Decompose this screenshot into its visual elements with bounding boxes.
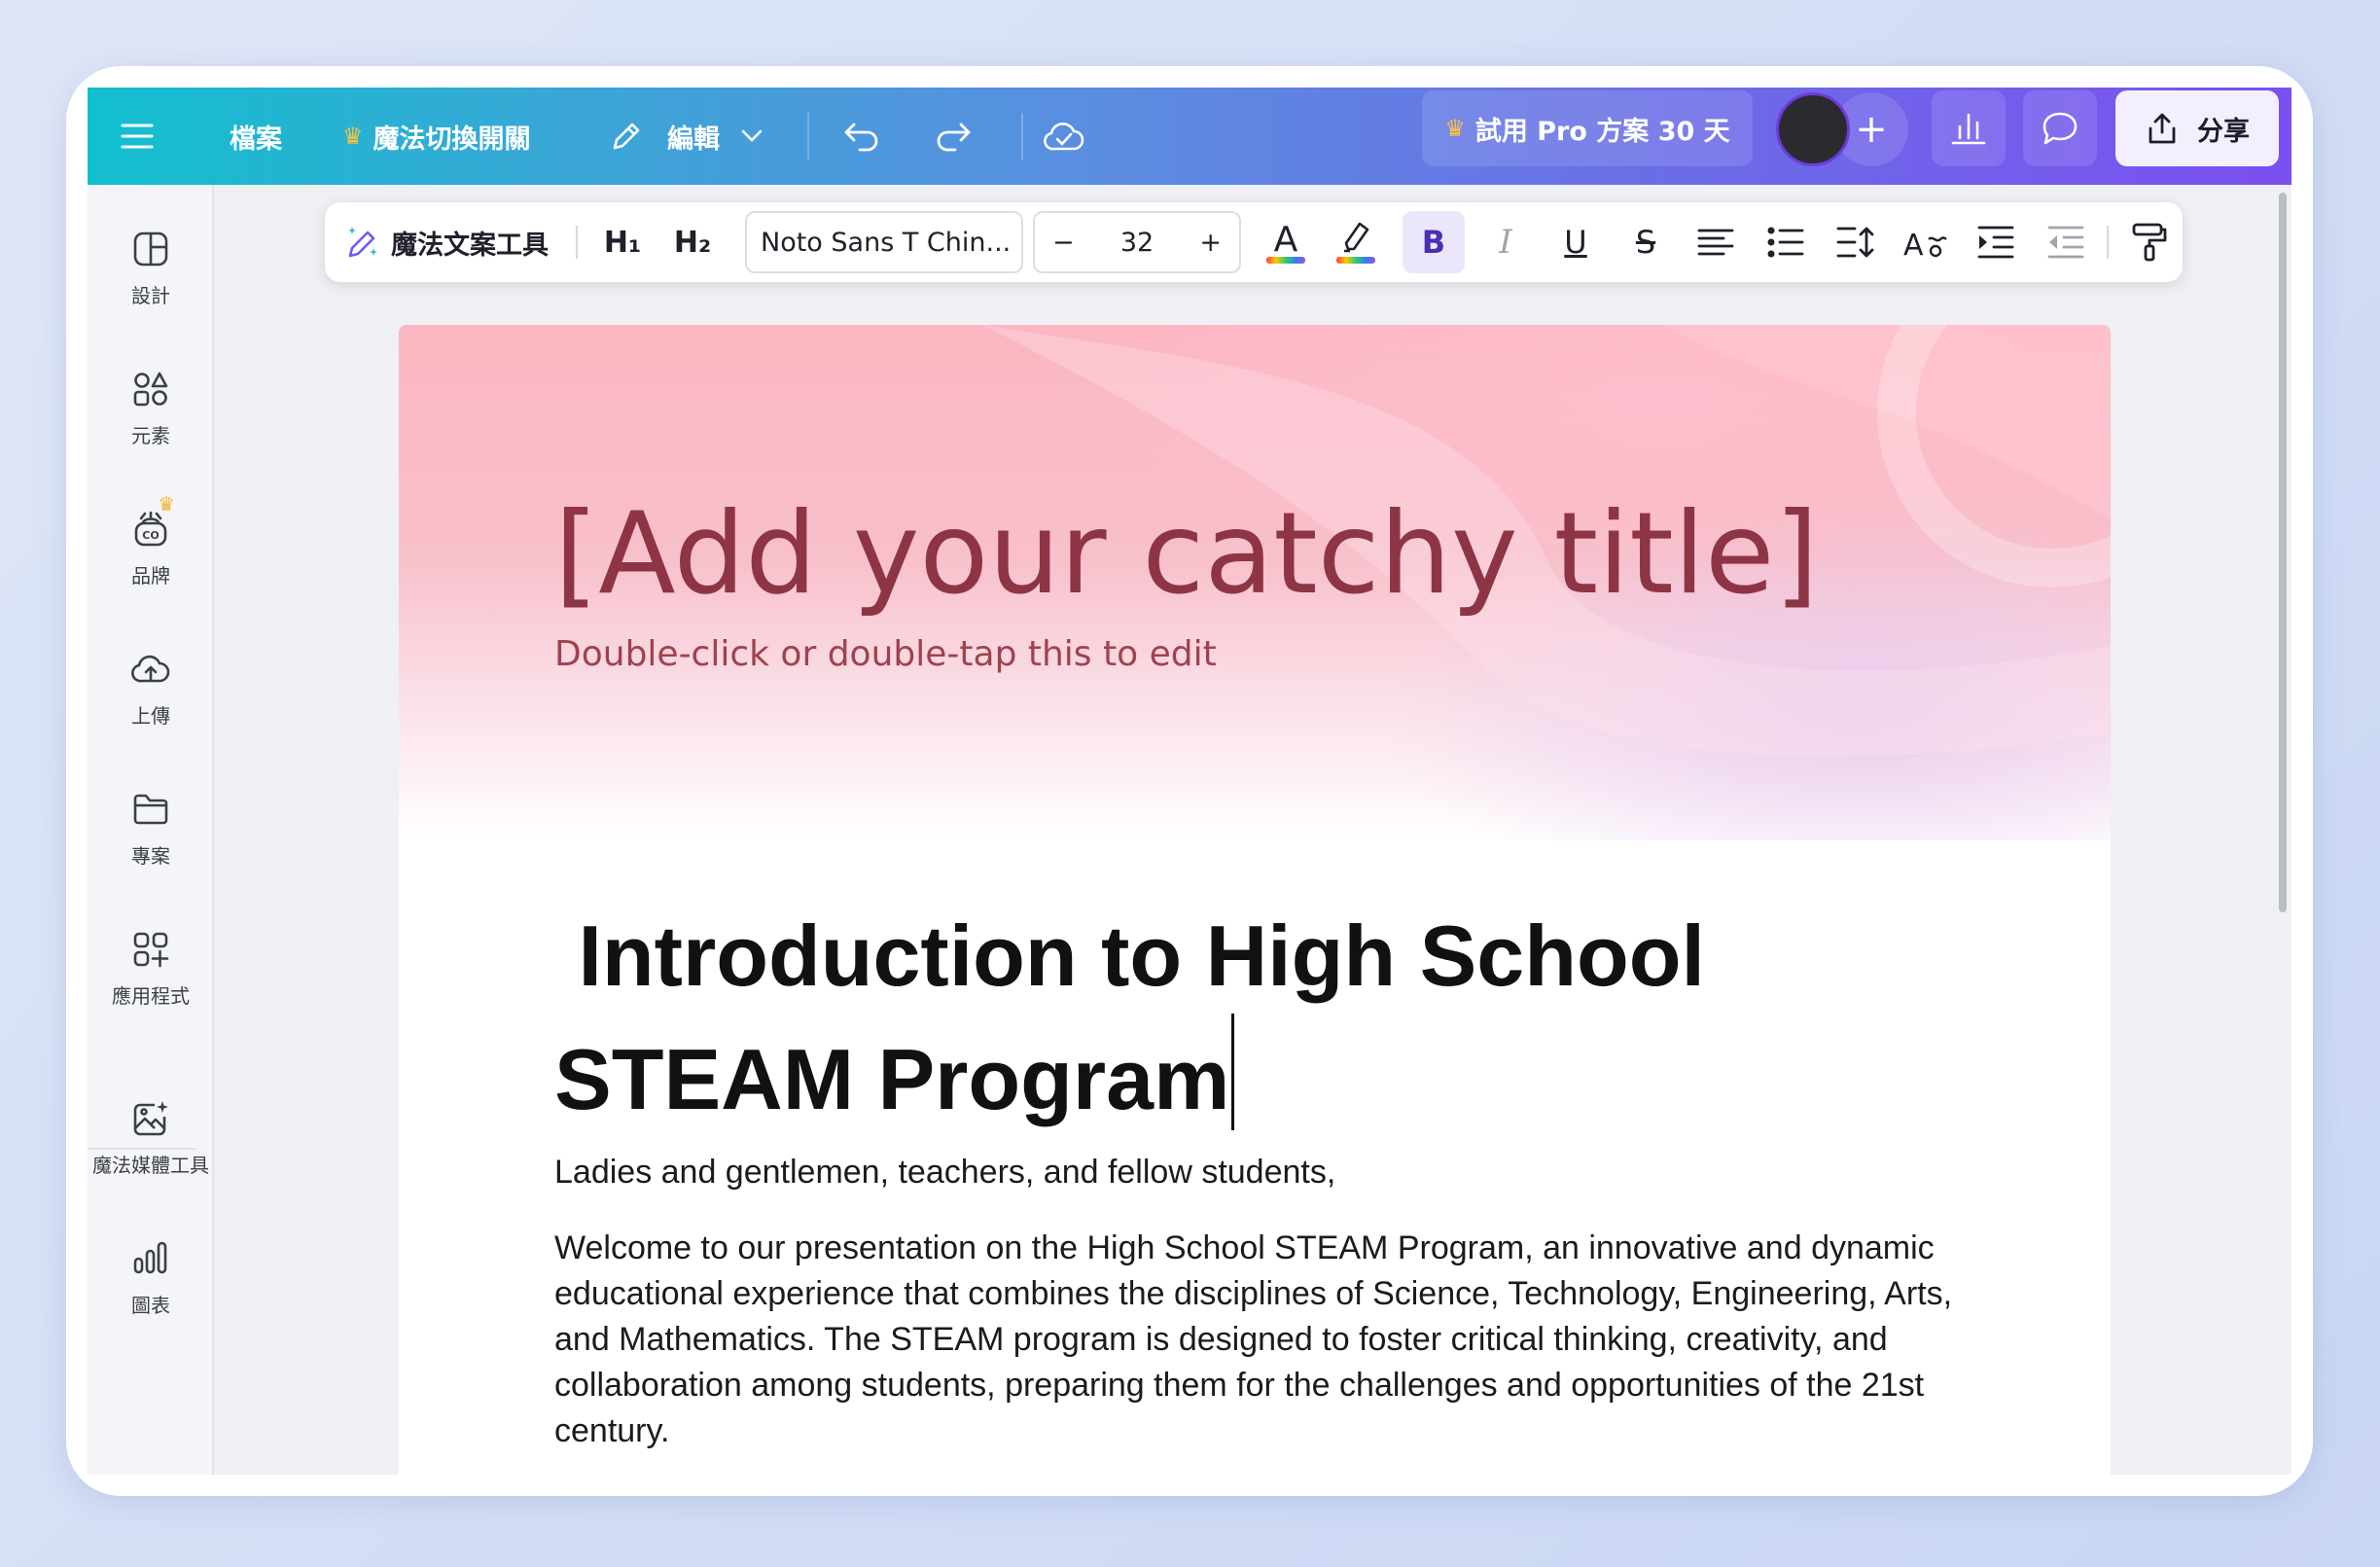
undo-button[interactable] — [842, 88, 881, 185]
divider — [807, 113, 809, 160]
highlight-color-button[interactable] — [1327, 202, 1385, 282]
font-size-value[interactable]: 32 — [1120, 228, 1154, 258]
magic-pen-icon — [348, 227, 377, 258]
text-effects-icon: A — [1903, 229, 1947, 259]
bullet-list-button[interactable] — [1757, 202, 1815, 282]
highlighter-icon — [1336, 222, 1375, 264]
text-effects-button[interactable]: A — [1897, 202, 1955, 282]
hero-subtitle[interactable]: Double-click or double-tap this to edit — [554, 634, 1217, 674]
document-page[interactable]: [Add your catchy title] Double-click or … — [399, 325, 2111, 1475]
text-color-icon: A — [1266, 220, 1305, 264]
crown-icon: ♛ — [158, 492, 175, 516]
indent-icon — [1977, 226, 2014, 259]
line-spacing-button[interactable] — [1827, 202, 1885, 282]
document-heading[interactable]: Introduction to High School STEAM Progra… — [554, 899, 1916, 1137]
text-color-button[interactable]: A — [1257, 202, 1315, 282]
charts-icon — [133, 1241, 167, 1274]
sidebar-item-projects[interactable]: 專案 — [88, 790, 214, 869]
font-size-stepper[interactable]: − 32 + — [1033, 211, 1241, 273]
comment-icon — [2043, 112, 2078, 145]
decrease-size-button[interactable]: − — [1052, 228, 1075, 258]
sidebar-item-apps[interactable]: 應用程式 — [88, 930, 214, 1009]
copy-style-button[interactable] — [2120, 202, 2179, 282]
cloud-save-status[interactable] — [1043, 88, 1085, 185]
device-frame: 檔案 ♛ 魔法切換開關 編輯 ♛ 試用 Pro 方案 30 天 + 分享 設計 … — [66, 66, 2313, 1496]
crown-icon: ♛ — [1444, 115, 1466, 142]
bold-button[interactable]: B — [1403, 211, 1465, 273]
hero-title[interactable]: [Add your catchy title] — [554, 488, 1819, 620]
paint-roller-icon — [2132, 223, 2167, 262]
chevron-down-icon — [741, 129, 763, 142]
avatar[interactable] — [1776, 92, 1850, 166]
svg-text:A: A — [1274, 220, 1298, 260]
align-left-icon — [1697, 229, 1734, 256]
align-button[interactable] — [1687, 202, 1745, 282]
sidebar-item-upload[interactable]: 上傳 — [88, 650, 214, 729]
comments-button[interactable] — [2023, 90, 2097, 166]
strikethrough-button[interactable]: S — [1616, 202, 1675, 282]
indent-button[interactable] — [1967, 202, 2025, 282]
left-sidebar: 設計 元素 ♛ CO 品牌 上傳 專案 應用程式 魔法媒體工具 圖表 — [88, 185, 214, 1475]
design-icon — [133, 231, 168, 267]
try-pro-button[interactable]: ♛ 試用 Pro 方案 30 天 — [1422, 90, 1753, 166]
paragraph-greeting[interactable]: Ladies and gentlemen, teachers, and fell… — [554, 1150, 1335, 1195]
folder-icon — [133, 794, 168, 825]
share-upload-icon — [2149, 113, 2176, 144]
heading-2-button[interactable]: H₂ — [663, 202, 722, 282]
magic-write-button[interactable]: 魔法文案工具 — [338, 202, 552, 282]
menu-button[interactable] — [121, 88, 154, 185]
sidebar-item-brand[interactable]: ♛ CO 品牌 — [88, 492, 214, 588]
edit-mode-dropdown[interactable]: 編輯 — [609, 88, 763, 185]
magic-media-icon — [133, 1101, 168, 1136]
undo-icon — [844, 123, 878, 152]
pencil-icon — [613, 123, 640, 150]
svg-text:CO: CO — [142, 529, 159, 542]
cloud-check-icon — [1044, 122, 1084, 151]
text-toolbar: 魔法文案工具 H₁ H₂ Noto Sans T Chin... − 32 + … — [325, 202, 2183, 282]
paragraph-welcome[interactable]: Welcome to our presentation on the High … — [554, 1226, 1952, 1454]
increase-size-button[interactable]: + — [1199, 228, 1222, 258]
share-button[interactable]: 分享 — [2115, 90, 2279, 166]
bullet-list-icon — [1767, 227, 1804, 258]
insights-button[interactable] — [1932, 90, 2006, 166]
apps-icon — [133, 932, 169, 968]
outdent-button[interactable] — [2037, 202, 2095, 282]
divider — [1021, 113, 1023, 160]
sidebar-item-magic-media[interactable]: 魔法媒體工具 — [88, 1099, 214, 1178]
redo-icon — [937, 123, 971, 152]
bar-chart-icon — [1951, 113, 1986, 145]
hamburger-icon — [121, 124, 154, 149]
italic-button[interactable]: I — [1476, 202, 1535, 282]
sidebar-item-elements[interactable]: 元素 — [88, 370, 214, 448]
brand-icon: CO — [134, 511, 167, 547]
top-bar: 檔案 ♛ 魔法切換開關 編輯 ♛ 試用 Pro 方案 30 天 + 分享 — [88, 88, 2291, 185]
sidebar-item-charts[interactable]: 圖表 — [88, 1239, 214, 1318]
outdent-icon — [2047, 226, 2084, 259]
text-caret — [1231, 1014, 1235, 1130]
editor-app: 檔案 ♛ 魔法切換開關 編輯 ♛ 試用 Pro 方案 30 天 + 分享 設計 … — [88, 88, 2291, 1475]
svg-text:A: A — [1903, 229, 1924, 259]
file-menu[interactable]: 檔案 — [230, 88, 282, 185]
heading-1-button[interactable]: H₁ — [593, 202, 652, 282]
crown-icon: ♛ — [342, 123, 364, 150]
redo-button[interactable] — [934, 88, 973, 185]
underline-button[interactable]: U — [1546, 202, 1605, 282]
elements-icon — [133, 372, 168, 407]
line-spacing-icon — [1836, 227, 1874, 258]
vertical-scrollbar[interactable] — [2279, 193, 2287, 912]
sidebar-item-design[interactable]: 設計 — [88, 230, 214, 308]
font-family-select[interactable]: Noto Sans T Chin... — [745, 211, 1023, 273]
upload-icon — [131, 655, 170, 683]
magic-switch-button[interactable]: ♛ 魔法切換開關 — [342, 88, 531, 185]
hero-banner: [Add your catchy title] Double-click or … — [399, 325, 2111, 840]
divider — [576, 226, 578, 259]
divider — [2107, 226, 2109, 259]
plus-icon: + — [1855, 107, 1888, 152]
